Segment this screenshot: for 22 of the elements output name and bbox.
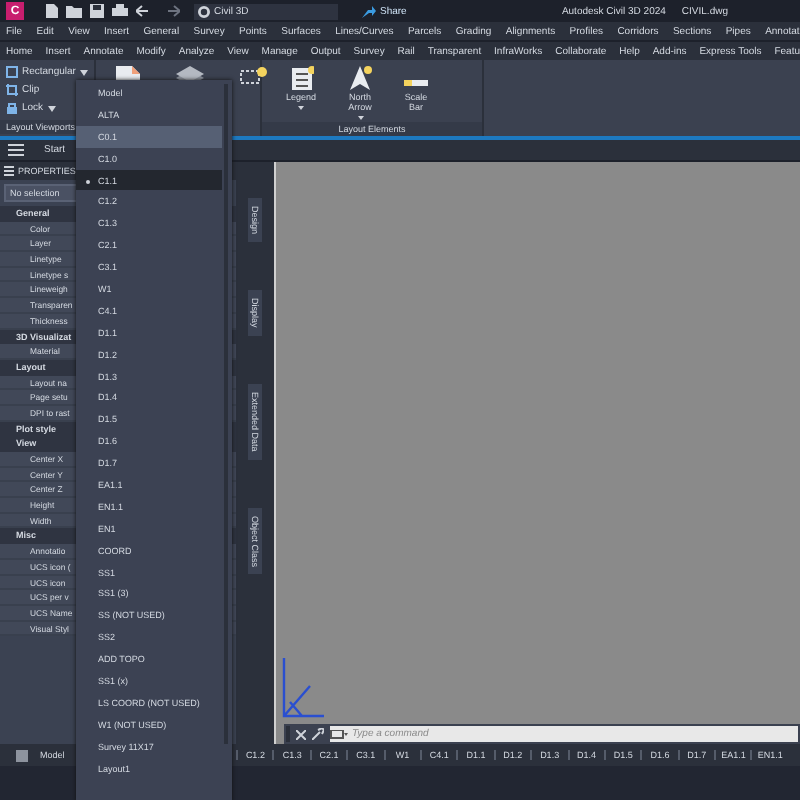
frame-icon[interactable] (240, 66, 268, 86)
legend-icon[interactable] (289, 66, 314, 92)
rectangle-icon[interactable] (6, 66, 18, 78)
undo-icon[interactable] (136, 4, 154, 18)
caret-icon[interactable] (47, 105, 56, 111)
save-icon[interactable] (90, 4, 104, 18)
menu-icon[interactable] (8, 144, 24, 156)
share-icon[interactable] (362, 5, 376, 17)
terminal-icon[interactable] (330, 726, 348, 742)
north-arrow-icon[interactable] (348, 66, 373, 92)
print-icon[interactable] (112, 4, 128, 18)
lock-icon[interactable] (6, 102, 18, 114)
gear-icon[interactable] (198, 5, 210, 17)
caret-icon[interactable] (79, 69, 88, 75)
new-file-icon[interactable] (44, 4, 58, 18)
open-folder-icon[interactable] (66, 4, 82, 18)
grid-icon[interactable] (16, 749, 28, 761)
redo-icon[interactable] (162, 4, 180, 18)
caret-icon[interactable] (298, 105, 305, 110)
menu-icon[interactable] (4, 166, 14, 176)
close-icon[interactable] (296, 729, 306, 739)
clip-icon[interactable] (6, 84, 18, 96)
